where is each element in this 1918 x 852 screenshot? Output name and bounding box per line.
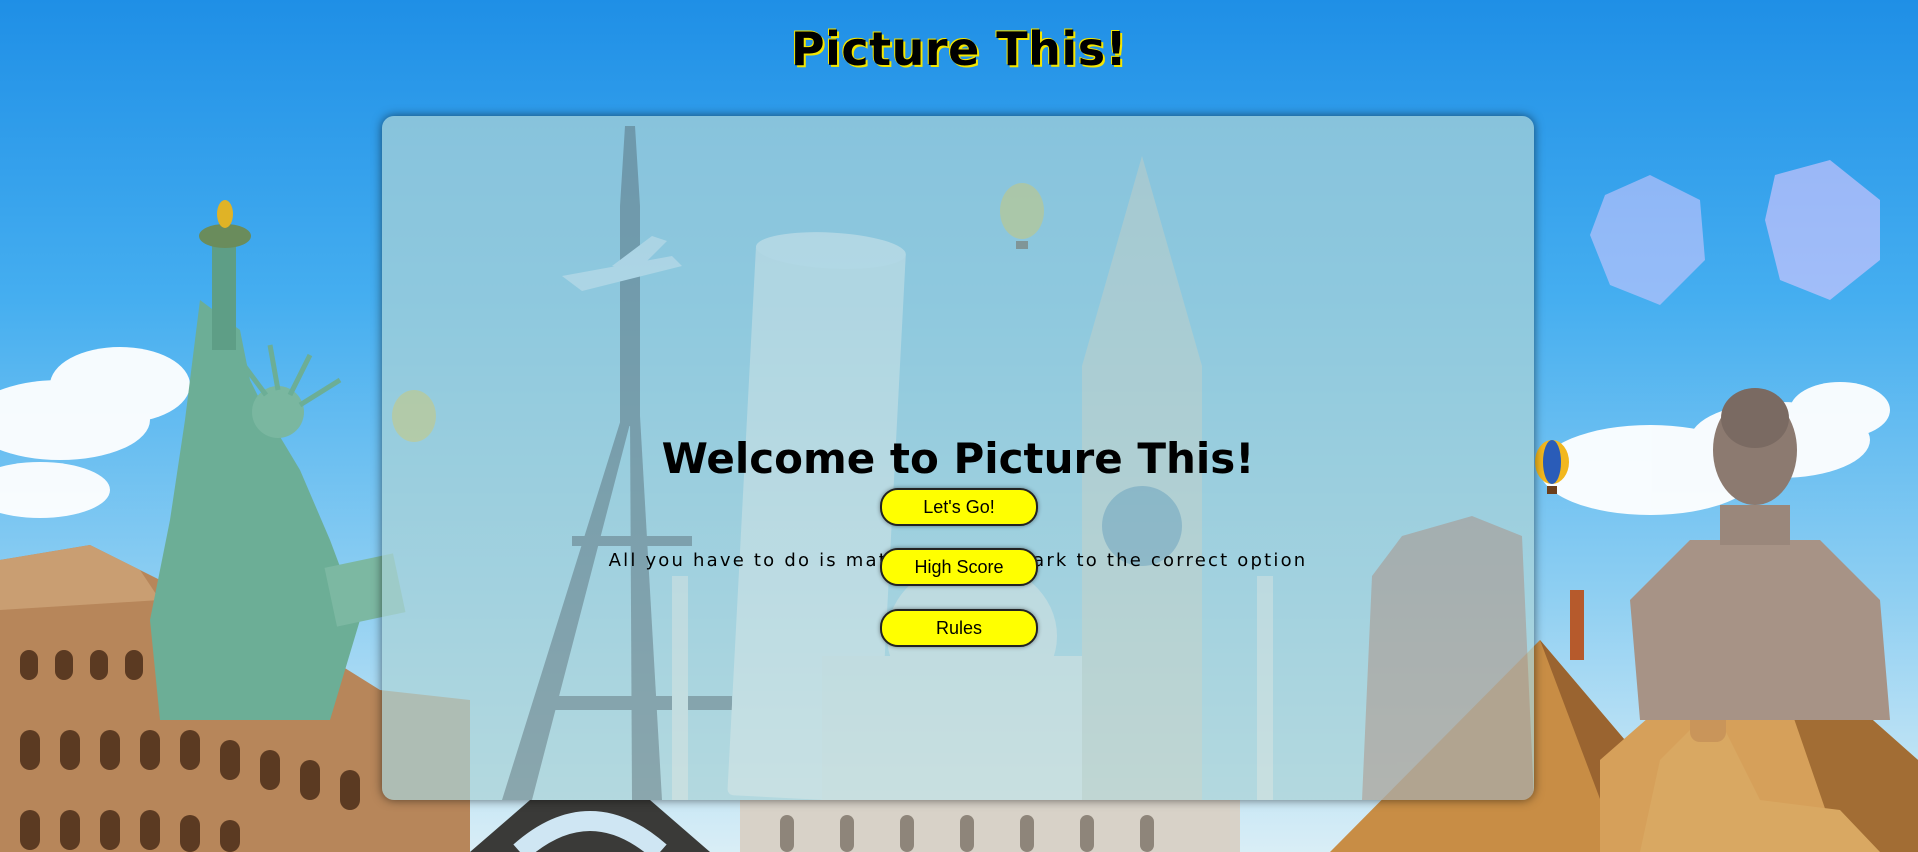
lets-go-button[interactable]: Let's Go! [880, 488, 1038, 526]
eiffel-tower-base [470, 800, 710, 852]
lens-flare [1765, 160, 1880, 300]
hot-air-balloon [1000, 183, 1044, 249]
rules-button[interactable]: Rules [880, 609, 1038, 647]
welcome-heading: Welcome to Picture This! [661, 434, 1255, 483]
welcome-card: Welcome to Picture This! All you have to… [382, 116, 1534, 800]
statue-of-liberty [150, 200, 406, 720]
taj-mahal-base [740, 800, 1240, 852]
high-score-button[interactable]: High Score [880, 548, 1038, 586]
lens-flare [1590, 175, 1705, 305]
page-title: Picture This! [790, 22, 1128, 76]
